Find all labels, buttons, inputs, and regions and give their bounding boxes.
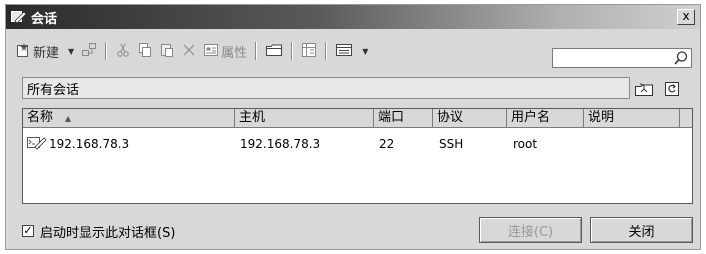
list-view-icon (335, 42, 353, 61)
session-port-cell: 22 (379, 137, 395, 151)
refresh-icon (665, 82, 679, 96)
startup-checkbox-row[interactable]: ✓ 启动时显示此对话框(S) (22, 223, 176, 241)
up-folder-button[interactable] (634, 80, 654, 98)
column-header-name[interactable]: 名称 ▲ (23, 109, 235, 127)
close-button[interactable]: 关闭 (590, 217, 693, 243)
search-icon[interactable] (673, 50, 689, 66)
column-protocol-label: 协议 (437, 110, 464, 125)
delete-button[interactable] (178, 40, 200, 62)
column-header-port[interactable]: 端口 (374, 109, 433, 127)
session-host-cell: 192.168.78.3 (240, 137, 321, 151)
toolbar-separator (291, 42, 294, 60)
properties-button[interactable]: 属性 (200, 40, 250, 62)
column-username-label: 用户名 (511, 110, 551, 125)
list-header: 名称 ▲ 主机 端口 协议 用户名 说明 (23, 109, 692, 128)
new-folder-button[interactable] (262, 40, 286, 62)
network-icon (81, 42, 97, 61)
session-username-cell: root (513, 137, 538, 151)
session-icon (27, 135, 47, 153)
close-window-button[interactable]: x (677, 9, 695, 25)
folder-path-bar: 所有会话 (22, 77, 630, 99)
new-dropdown-arrow-icon[interactable]: ▼ (68, 47, 74, 56)
refresh-button[interactable] (662, 80, 682, 98)
column-name-label: 名称 (27, 110, 54, 125)
startup-checkbox[interactable]: ✓ (22, 225, 34, 237)
startup-checkbox-label: 启动时显示此对话框(S) (40, 225, 176, 241)
folder-path-label: 所有会话 (27, 82, 80, 98)
copy-button[interactable] (134, 40, 156, 62)
copy-icon (137, 42, 153, 61)
connect-button-label: 连接(C) (507, 224, 554, 240)
toolbar-separator (325, 42, 328, 60)
column-header-host[interactable]: 主机 (235, 109, 374, 127)
window-title: 会话 (31, 11, 58, 27)
sftp-button[interactable] (298, 40, 320, 62)
sessions-dialog: 会话 x 新建 ▼ 属性 ▼ 所有会话 名称 ▲ 主机 端口 协议 用户名 说明… (5, 4, 701, 250)
column-header-protocol[interactable]: 协议 (433, 109, 507, 127)
connect-toolbar-button[interactable] (78, 40, 100, 62)
new-session-icon (15, 42, 31, 61)
properties-label: 属性 (221, 45, 248, 61)
scissors-icon (115, 42, 131, 61)
column-header-username[interactable]: 用户名 (507, 109, 584, 127)
connect-button[interactable]: 连接(C) (479, 217, 582, 243)
toolbar-separator (105, 42, 108, 60)
column-port-label: 端口 (378, 110, 405, 125)
up-folder-icon (635, 83, 653, 96)
view-dropdown-arrow-icon[interactable]: ▼ (362, 47, 368, 56)
title-bar: 会话 x (6, 5, 700, 29)
session-protocol-cell: SSH (439, 137, 464, 151)
column-host-label: 主机 (239, 110, 266, 125)
table-row[interactable]: 192.168.78.3 192.168.78.3 22 SSH root (23, 135, 692, 153)
folder-icon (265, 42, 283, 61)
cut-button[interactable] (112, 40, 134, 62)
toolbar-separator (255, 42, 258, 60)
session-name-cell: 192.168.78.3 (49, 137, 130, 151)
close-button-label: 关闭 (628, 224, 655, 240)
view-button[interactable] (332, 40, 356, 62)
search-input[interactable] (552, 48, 692, 68)
delete-x-icon (181, 42, 197, 61)
paste-icon (159, 42, 175, 61)
column-header-description[interactable]: 说明 (584, 109, 680, 127)
app-icon (10, 9, 28, 25)
paste-button[interactable] (156, 40, 178, 62)
new-session-button[interactable]: 新建 (12, 40, 62, 62)
sort-ascending-icon: ▲ (65, 114, 72, 123)
column-description-label: 说明 (588, 110, 615, 125)
session-list: 名称 ▲ 主机 端口 协议 用户名 说明 192.168.78.3 192.16… (22, 108, 693, 204)
grid-icon (301, 42, 317, 61)
new-session-label: 新建 (33, 45, 60, 61)
properties-icon (203, 42, 219, 61)
